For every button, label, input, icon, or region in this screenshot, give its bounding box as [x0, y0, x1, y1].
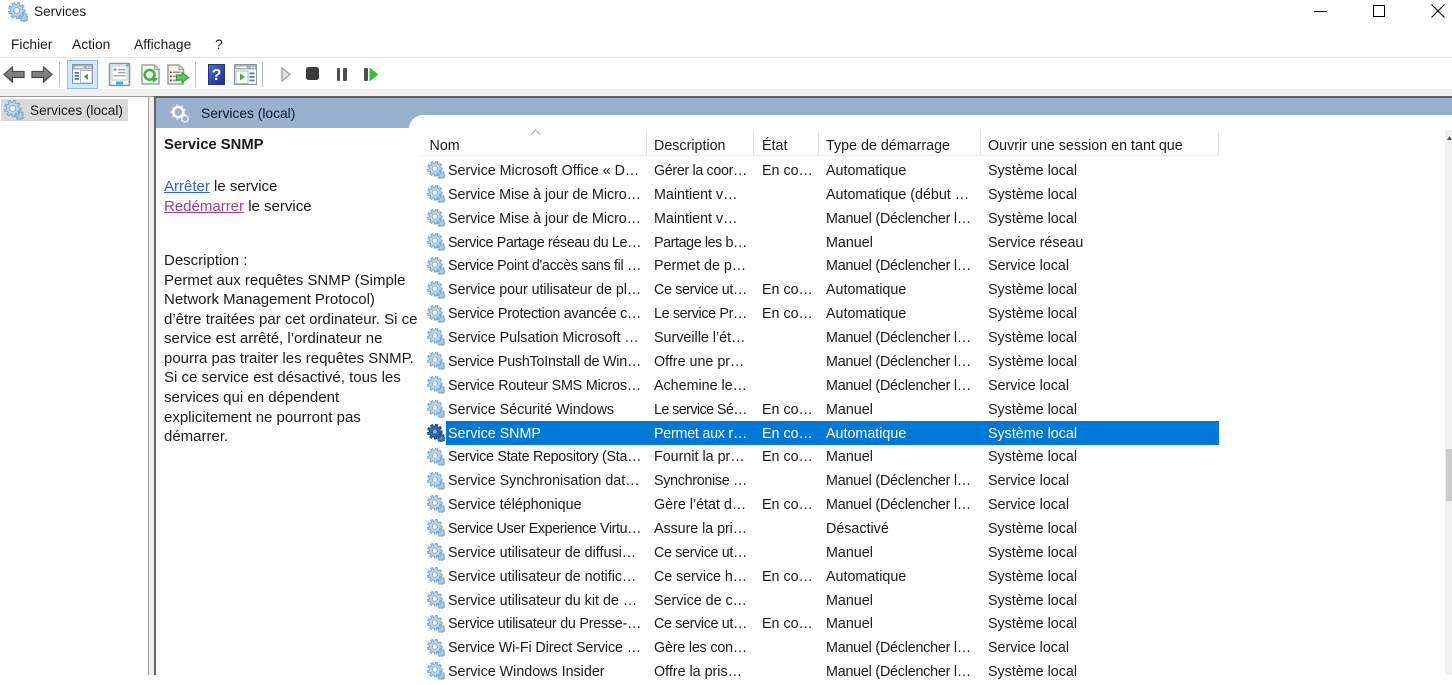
- svg-text:?: ?: [212, 67, 222, 84]
